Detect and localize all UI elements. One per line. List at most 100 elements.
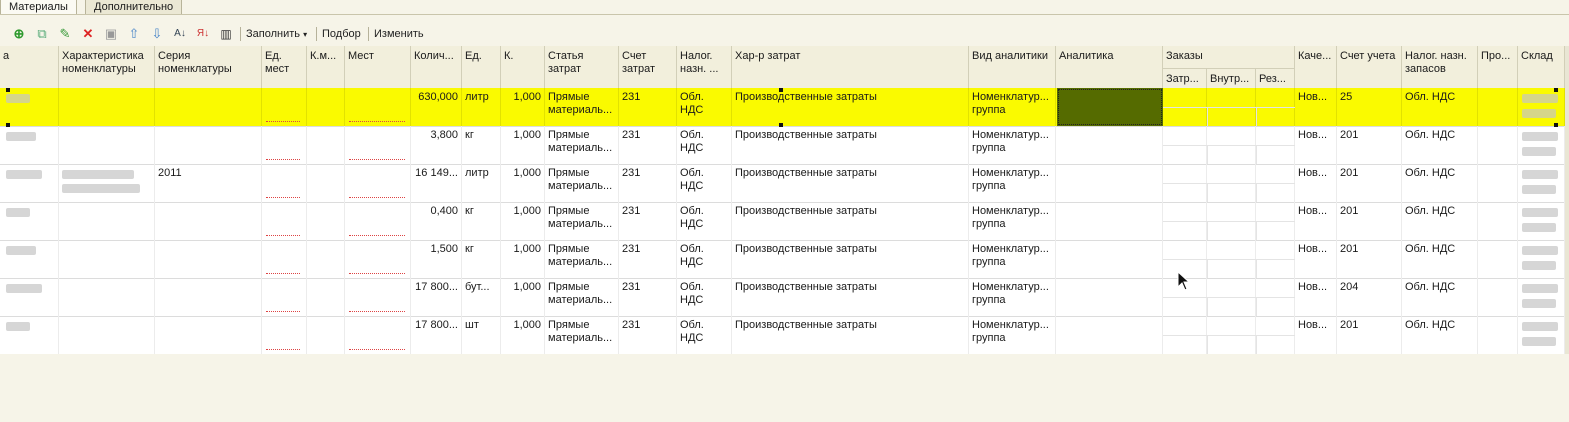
- table-row[interactable]: 1,500 кг 1,000 Прямые материаль... 231 Обл. Н…: [0, 240, 1565, 279]
- selection-handle[interactable]: [1554, 88, 1558, 92]
- cell-analytics-type[interactable]: Номенклатур... группа: [969, 88, 1056, 126]
- col-header-analytics[interactable]: Аналитика: [1056, 46, 1163, 88]
- cell-unit[interactable]: кг: [462, 202, 501, 240]
- cell-tax[interactable]: Обл. НДС: [677, 240, 732, 278]
- save-icon[interactable]: ▣: [103, 26, 119, 42]
- cell-series[interactable]: [155, 240, 262, 278]
- col-header-characteristic[interactable]: Характеристика номенклатуры: [59, 46, 155, 88]
- cell-cost-nature[interactable]: Производственные затраты: [732, 240, 969, 278]
- table-row[interactable]: 17 800... шт 1,000 Прямые материаль... 231 Об…: [0, 316, 1565, 354]
- cell-analytics-type[interactable]: Номенклатур... группа: [969, 316, 1056, 354]
- cell-cost-item[interactable]: Прямые материаль...: [545, 202, 619, 240]
- col-header-warehouse[interactable]: Склад: [1518, 46, 1565, 88]
- cell-tax[interactable]: Обл. НДС: [677, 126, 732, 164]
- cell-analytics-type[interactable]: Номенклатур... группа: [969, 240, 1056, 278]
- cell-characteristic[interactable]: [59, 316, 155, 354]
- cell-analytics-type[interactable]: Номенклатур... группа: [969, 202, 1056, 240]
- cell-cost-nature[interactable]: Производственные затраты: [732, 202, 969, 240]
- table-row[interactable]: 630,000 литр 1,000 Прямые материаль... 231 Об…: [0, 88, 1565, 127]
- col-header-places[interactable]: Мест: [345, 46, 411, 88]
- col-header-orders[interactable]: Заказы: [1163, 46, 1295, 68]
- col-header-cost-item[interactable]: Статья затрат: [545, 46, 619, 88]
- cell-unit[interactable]: бут...: [462, 278, 501, 316]
- cell-cost-nature[interactable]: Производственные затраты: [732, 278, 969, 316]
- cell-k-places[interactable]: [307, 278, 345, 316]
- selection-handle[interactable]: [779, 88, 783, 92]
- cell-tax[interactable]: Обл. НДС: [677, 316, 732, 354]
- move-up-icon[interactable]: ⇧: [126, 26, 142, 42]
- table-row[interactable]: 3,800 кг 1,000 Прямые материаль... 231 Обл. Н…: [0, 126, 1565, 165]
- cell-cost-nature[interactable]: Производственные затраты: [732, 316, 969, 354]
- table-row[interactable]: 0,400 кг 1,000 Прямые материаль... 231 Обл. Н…: [0, 202, 1565, 241]
- cell-series[interactable]: [155, 278, 262, 316]
- cell-stock-tax[interactable]: Обл. НДС: [1402, 316, 1478, 354]
- col-header-unit-places[interactable]: Ед. мест: [262, 46, 307, 88]
- cell-cost-account[interactable]: 231: [619, 202, 677, 240]
- cell-cost-item[interactable]: Прямые материаль...: [545, 164, 619, 202]
- cell-account[interactable]: 201: [1337, 240, 1402, 278]
- cell-unit[interactable]: литр: [462, 88, 501, 126]
- edit-icon[interactable]: ✎: [57, 26, 73, 42]
- cell-stock-tax[interactable]: Обл. НДС: [1402, 126, 1478, 164]
- cell-unit[interactable]: кг: [462, 240, 501, 278]
- cell-series[interactable]: 2011: [155, 164, 262, 202]
- cell-account[interactable]: 204: [1337, 278, 1402, 316]
- cell-quality[interactable]: Нов...: [1295, 126, 1337, 164]
- cell-unit[interactable]: кг: [462, 126, 501, 164]
- cell-k-places[interactable]: [307, 240, 345, 278]
- cell-account[interactable]: 201: [1337, 316, 1402, 354]
- cell-tax[interactable]: Обл. НДС: [677, 278, 732, 316]
- selection-handle[interactable]: [6, 88, 10, 92]
- fill-button[interactable]: Заполнить ▾: [246, 27, 307, 41]
- cell-quantity[interactable]: 16 149...: [411, 164, 462, 202]
- cell-series[interactable]: [155, 88, 262, 126]
- cell-k-places[interactable]: [307, 316, 345, 354]
- sort-desc-icon[interactable]: Я↓: [195, 26, 211, 42]
- col-header-analytics-type[interactable]: Вид аналитики: [969, 46, 1056, 88]
- cell-stock-tax[interactable]: Обл. НДС: [1402, 278, 1478, 316]
- pick-button[interactable]: Подбор: [322, 27, 361, 41]
- sort-asc-icon[interactable]: A↓: [172, 26, 188, 42]
- cell-analytics[interactable]: [1056, 126, 1163, 164]
- cell-series[interactable]: [155, 202, 262, 240]
- table-row[interactable]: 17 800... бут... 1,000 Прямые материаль... 2…: [0, 278, 1565, 317]
- table-row[interactable]: 2011 16 149... литр 1,000 Прямые материаль..…: [0, 164, 1565, 203]
- cell-quantity[interactable]: 0,400: [411, 202, 462, 240]
- tab-additional[interactable]: Дополнительно: [85, 0, 183, 15]
- cell-pro[interactable]: [1478, 316, 1518, 354]
- cell-analytics[interactable]: [1056, 240, 1163, 278]
- cell-account[interactable]: 25: [1337, 88, 1402, 126]
- cell-pro[interactable]: [1478, 126, 1518, 164]
- copy-icon[interactable]: ⧉: [34, 26, 50, 42]
- col-header-series[interactable]: Серия номенклатуры: [155, 46, 262, 88]
- cell-cost-item[interactable]: Прямые материаль...: [545, 126, 619, 164]
- col-header-orders-reserve[interactable]: Рез...: [1256, 68, 1295, 88]
- cell-series[interactable]: [155, 316, 262, 354]
- cell-k-places[interactable]: [307, 164, 345, 202]
- cell-quality[interactable]: Нов...: [1295, 88, 1337, 126]
- cell-quantity[interactable]: 17 800...: [411, 316, 462, 354]
- col-header-unit[interactable]: Ед.: [462, 46, 501, 88]
- cell-cost-item[interactable]: Прямые материаль...: [545, 240, 619, 278]
- tab-materials[interactable]: Материалы: [0, 0, 77, 15]
- cell-stock-tax[interactable]: Обл. НДС: [1402, 202, 1478, 240]
- cell-characteristic[interactable]: [59, 88, 155, 126]
- cell-cost-nature[interactable]: Производственные затраты: [732, 88, 969, 126]
- vertical-scrollbar[interactable]: [1565, 46, 1569, 354]
- add-icon[interactable]: ⊕: [11, 26, 27, 42]
- cell-quantity[interactable]: 3,800: [411, 126, 462, 164]
- col-header-cost-account[interactable]: Счет затрат: [619, 46, 677, 88]
- cell-analytics[interactable]: [1056, 164, 1163, 202]
- cell-quality[interactable]: Нов...: [1295, 316, 1337, 354]
- cell-cost-nature[interactable]: Производственные затраты: [732, 164, 969, 202]
- col-header-k-places[interactable]: К.м...: [307, 46, 345, 88]
- col-header-quality[interactable]: Каче...: [1295, 46, 1337, 88]
- cell-account[interactable]: 201: [1337, 126, 1402, 164]
- cell-analytics[interactable]: [1056, 278, 1163, 316]
- col-header-quantity[interactable]: Колич...: [411, 46, 462, 88]
- cell-stock-tax[interactable]: Обл. НДС: [1402, 88, 1478, 126]
- cell-analytics[interactable]: [1056, 316, 1163, 354]
- cell-account[interactable]: 201: [1337, 202, 1402, 240]
- barcode-icon[interactable]: ▥: [218, 26, 234, 42]
- col-header-orders-internal[interactable]: Внутр...: [1207, 68, 1256, 88]
